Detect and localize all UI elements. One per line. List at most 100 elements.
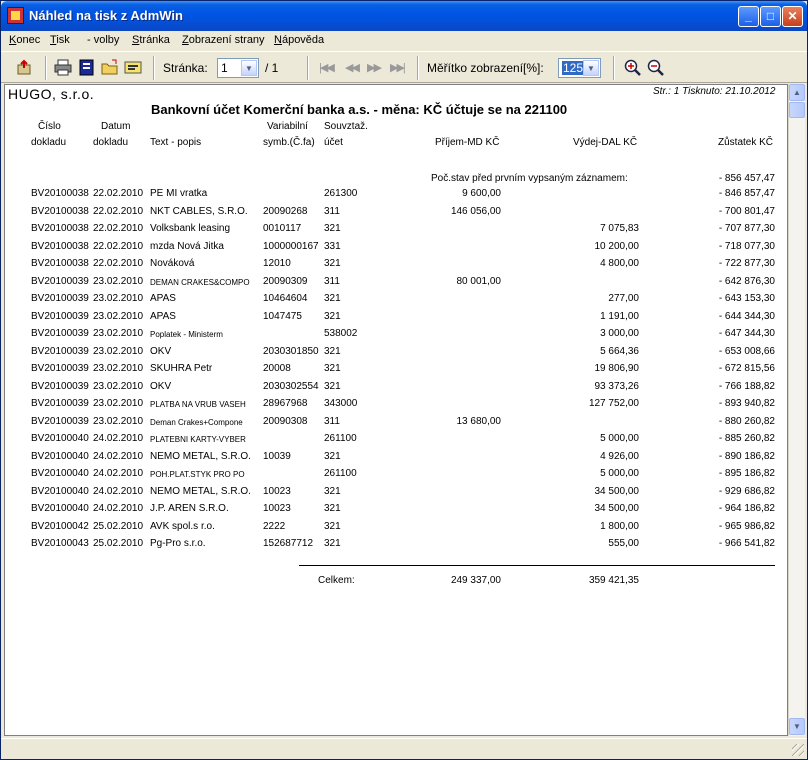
cell-out: 93 373,26 [594,380,640,392]
table-row: BV20100040 24.02.2010 J.P. AREN S.R.O. 1002… [5,501,787,518]
chevron-down-icon[interactable]: ▼ [583,60,599,76]
table-row: BV20100039 23.02.2010 Deman Crakes+Compone… [5,414,787,431]
scroll-thumb[interactable] [789,102,805,118]
cell-date: 25.02.2010 [93,520,144,532]
cell-doc: BV20100039 [31,415,89,427]
header-doc-number-2: dokladu [31,137,67,148]
preview-page: HUGO, s.r.o. Str.: 1 Tisknuto: 21.10.201… [4,84,788,736]
cell-out: 5 000,00 [600,433,639,444]
cell-date: 22.02.2010 [93,240,144,252]
cell-doc: BV20100039 [31,398,89,409]
header-balance: Zůstatek KČ [718,137,774,148]
last-page-icon[interactable]: ▶▶| [390,61,406,74]
menu-item-4[interactable]: Zobrazení strany [182,34,265,46]
total-divider [299,565,775,566]
cell-in: 146 056,00 [450,205,501,217]
total-expense: 359 421,35 [588,575,639,586]
cell-in: 9 600,00 [462,188,501,199]
menu-accelerator: N [274,34,282,46]
menu-item-0[interactable]: Konec [9,34,40,46]
page-total: / 1 [265,61,279,75]
menu-item-5[interactable]: Nápověda [274,34,324,46]
cell-date: 24.02.2010 [93,468,144,479]
cell-date: 23.02.2010 [93,398,144,409]
cell-doc: BV20100042 [31,520,89,532]
cell-bal: - 644 344,30 [718,310,775,322]
cell-out: 1 191,00 [600,310,639,322]
cell-vs: 2222 [263,520,286,532]
cell-acct: 261100 [324,468,357,479]
menu-item-1[interactable]: Tisk [50,34,70,46]
cell-text: J.P. AREN S.R.O. [150,503,229,514]
header-text: Text - popis [150,137,202,148]
cell-doc: BV20100038 [31,188,89,199]
cell-out: 5 000,00 [600,468,639,479]
toolbar-separator [613,56,615,80]
cell-date: 23.02.2010 [93,415,144,427]
cell-acct: 321 [324,258,341,269]
page-select-value: 1 [221,61,228,75]
total-income: 249 337,00 [450,575,501,586]
scroll-down-icon[interactable]: ▼ [789,718,805,735]
cell-doc: BV20100040 [31,503,89,514]
cell-doc: BV20100039 [31,310,89,322]
cell-doc: BV20100043 [31,538,89,549]
table-row: BV20100039 23.02.2010 SKUHRA Petr 20008 321 1… [5,361,787,378]
cell-out: 1 800,00 [600,520,639,532]
table-row: BV20100039 23.02.2010 APAS 10464604 321 277,0… [5,291,787,308]
open-folder-icon[interactable] [101,59,119,76]
scroll-up-icon[interactable]: ▲ [789,84,805,101]
title-bar[interactable]: Náhled na tisk z AdmWin _ □ ✕ [1,1,807,31]
cell-doc: BV20100038 [31,223,89,234]
menu-label: isk [56,34,70,46]
minimize-button[interactable]: _ [738,6,759,27]
opening-balance-value: - 856 457,47 [718,173,775,184]
zoom-out-icon[interactable] [647,59,665,76]
page-select[interactable]: 1 ▼ [217,58,259,78]
resize-grip-icon[interactable] [792,744,804,756]
cell-date: 25.02.2010 [93,538,144,549]
cell-acct: 321 [324,293,341,304]
cell-bal: - 647 344,30 [718,328,775,339]
close-button[interactable]: ✕ [782,6,803,27]
print-setup-icon[interactable] [78,59,96,76]
first-page-icon[interactable]: |◀◀ [319,61,335,74]
exit-icon[interactable] [15,59,33,76]
chevron-down-icon[interactable]: ▼ [241,60,257,76]
next-page-icon[interactable]: ▶▶ [367,61,382,74]
zoom-in-icon[interactable] [624,59,642,76]
cell-acct: 321 [324,538,341,549]
export-icon[interactable] [124,59,142,76]
report-title: Bankovní účet Komerční banka a.s. - měna… [151,102,568,117]
cell-vs: 0010117 [263,223,302,234]
header-var-symbol-2: symb.(Č.fa) [263,137,315,148]
toolbar-separator [45,56,47,80]
cell-text: Volksbank leasing [150,223,231,234]
menu-item-3[interactable]: Stránka [132,34,170,46]
cell-vs: 2030301850 [263,345,319,357]
printer-icon[interactable] [54,59,72,76]
toolbar-separator [307,56,309,80]
table-row: BV20100039 23.02.2010 OKV 2030301850 321 5 66… [5,344,787,361]
cell-vs: 28967968 [263,398,308,409]
prev-page-icon[interactable]: ◀◀ [345,61,360,74]
cell-acct: 321 [324,503,341,514]
zoom-select[interactable]: 125 ▼ [558,58,601,78]
toolbar-separator [417,56,419,80]
table-row: BV20100040 24.02.2010 NEMO METAL, S.R.O. 10… [5,449,787,466]
maximize-button[interactable]: □ [760,6,781,27]
cell-doc: BV20100040 [31,450,89,462]
vertical-scrollbar[interactable]: ▲ ▼ [788,84,805,736]
menu-item-2[interactable]: - volby [87,34,119,46]
table-row: BV20100043 25.02.2010 Pg-Pro s.r.o. 1526877… [5,536,787,553]
cell-text: DEMAN CRAKES&COMPO [150,277,250,287]
table-row: BV20100040 24.02.2010 PLATEBNI KARTY-VYBER… [5,431,787,448]
print-preview-window: Náhled na tisk z AdmWin _ □ ✕ Konec Tisk -… [0,0,808,760]
cell-date: 23.02.2010 [93,275,144,287]
cell-doc: BV20100038 [31,205,89,217]
cell-in: 80 001,00 [456,275,502,287]
cell-out: 7 075,83 [600,223,639,234]
cell-bal: - 885 260,82 [718,433,775,444]
cell-bal: - 766 188,82 [718,380,775,392]
table-row: BV20100039 23.02.2010 APAS 1047475 321 1 191,… [5,309,787,326]
